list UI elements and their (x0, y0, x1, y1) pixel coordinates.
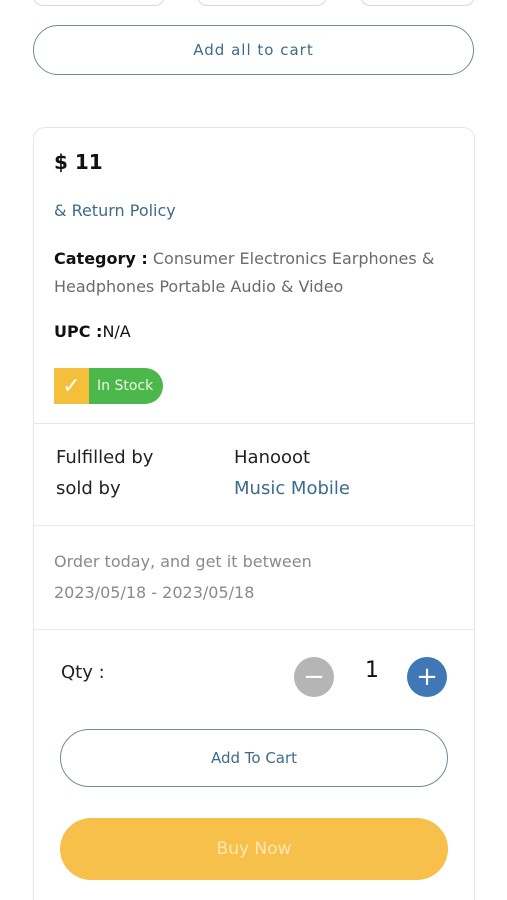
delivery-text: Order today, and get it between (54, 552, 312, 571)
quantity-label: Qty : (61, 662, 105, 683)
quantity-increase-button[interactable]: + (407, 657, 447, 697)
product-details-card: $ 11 & Return Policy Category : Consumer… (33, 127, 475, 900)
stock-status-label: In Stock (89, 368, 163, 404)
product-category: Category : Consumer Electronics Earphone… (54, 245, 459, 301)
add-all-to-cart-label: Add all to cart (193, 41, 314, 59)
partial-card[interactable] (360, 0, 475, 6)
delivery-estimate: Order today, and get it between 2023/05/… (54, 546, 454, 608)
return-policy-link[interactable]: & Return Policy (54, 201, 176, 220)
product-price: $ 11 (54, 150, 103, 174)
product-purchase-panel: Add all to cart $ 11 & Return Policy Cat… (0, 0, 507, 900)
divider (34, 629, 474, 630)
buy-now-button[interactable]: Buy Now (60, 818, 448, 880)
stock-status-badge: ✓ In Stock (54, 368, 163, 404)
checkmark-icon: ✓ (54, 368, 89, 404)
seller-link[interactable]: Music Mobile (234, 478, 350, 499)
buy-now-label: Buy Now (216, 839, 292, 859)
product-upc: UPC :N/A (54, 322, 131, 341)
add-all-to-cart-button[interactable]: Add all to cart (33, 25, 474, 75)
sold-by-label: sold by (56, 478, 121, 499)
divider (34, 525, 474, 526)
partial-card[interactable] (197, 0, 327, 6)
add-to-cart-label: Add To Cart (210, 749, 298, 767)
partial-card[interactable] (33, 0, 165, 6)
divider (34, 423, 474, 424)
quantity-value: 1 (365, 658, 379, 683)
minus-icon: − (303, 662, 325, 692)
upc-value: N/A (102, 322, 131, 341)
quantity-decrease-button[interactable]: − (294, 657, 334, 697)
category-label: Category : (54, 249, 148, 268)
upc-label: UPC : (54, 322, 103, 341)
delivery-range: 2023/05/18 - 2023/05/18 (54, 583, 255, 602)
plus-icon: + (416, 662, 438, 692)
fulfilled-by-value: Hanooot (234, 447, 311, 468)
fulfilled-by-label: Fulfilled by (56, 447, 154, 468)
add-to-cart-button[interactable]: Add To Cart (60, 729, 448, 787)
